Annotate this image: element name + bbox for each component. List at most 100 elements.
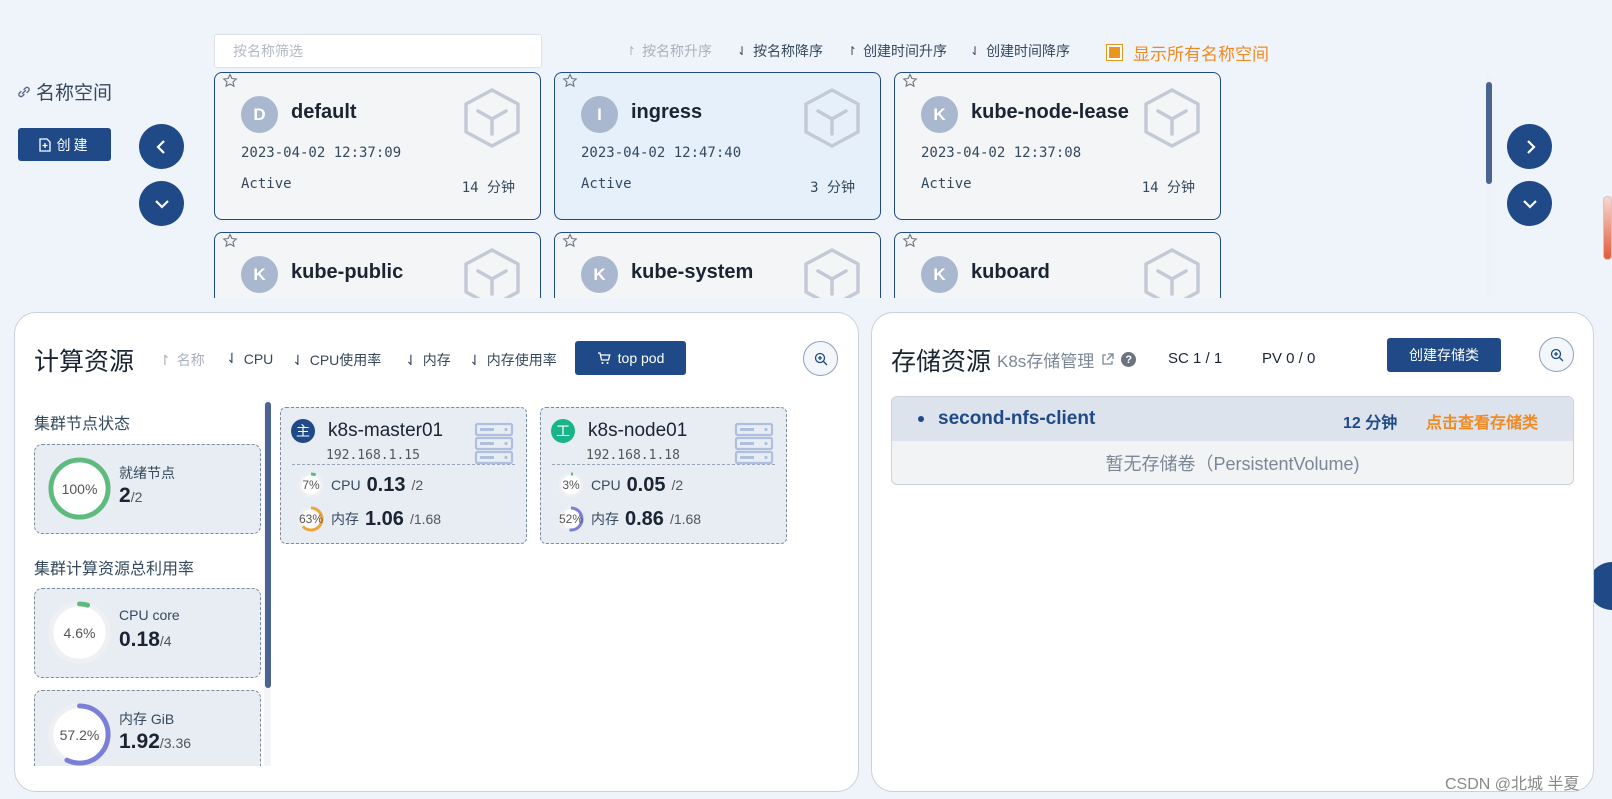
show-all-label: 显示所有名称空间 <box>1133 45 1269 64</box>
namespace-created-time: 2023-04-02 12:37:08 <box>921 145 1082 161</box>
node-ip: 192.168.1.15 <box>326 448 420 463</box>
storage-class-item: second-nfs-client 12 分钟 点击查看存储类 暂无存储卷（Pe… <box>891 396 1574 485</box>
create-namespace-label: 创建 <box>56 136 91 153</box>
node-card[interactable]: 主 k8s-master01 192.168.1.15 7% CPU 0.13/2 63% 内… <box>280 407 527 544</box>
help-icon[interactable]: ? <box>1121 352 1137 367</box>
star-icon[interactable] <box>562 73 578 89</box>
node-cpu-row: 7% CPU 0.13/2 <box>297 472 423 498</box>
expand-right-button[interactable] <box>1507 181 1552 226</box>
node-memory-ring: 52% <box>557 505 585 533</box>
star-icon[interactable] <box>562 233 578 249</box>
cart-icon <box>597 352 611 364</box>
node-memory-ring: 63% <box>297 505 325 533</box>
sort-time-desc[interactable]: ⇃ 创建时间降序 <box>970 41 1070 61</box>
namespace-cube-icon <box>804 248 860 298</box>
top-pod-button[interactable]: top pod <box>575 341 686 375</box>
node-name: k8s-node01 <box>588 420 688 441</box>
namespace-card-grid: Ddefault 2023-04-02 12:37:09 Active 14 分钟 Ii… <box>214 72 1494 298</box>
cluster-status-title: 集群节点状态 <box>34 416 131 433</box>
compute-sort-name[interactable]: ↾ 名称 <box>159 350 205 370</box>
namespace-avatar: I <box>581 96 618 133</box>
namespace-card[interactable]: Iingress 2023-04-02 12:47:40 Active 3 分钟 <box>554 72 881 220</box>
sort-down-icon: ⇃ <box>226 350 238 366</box>
namespace-status: Active <box>581 176 632 192</box>
namespace-name: kube-system <box>631 261 754 283</box>
memory-usage-value: 1.92/3.36 <box>119 730 192 753</box>
external-link-icon <box>1102 353 1114 365</box>
ready-nodes-percent: 100% <box>61 480 98 497</box>
storage-zoom-button[interactable] <box>1539 337 1574 372</box>
namespace-age: 14 分钟 <box>1141 180 1195 196</box>
namespace-cube-icon <box>464 248 520 298</box>
storage-class-age: 12 分钟 <box>1343 415 1398 432</box>
link-icon <box>18 86 30 97</box>
namespace-card[interactable]: Ddefault 2023-04-02 12:37:09 Active 14 分钟 <box>214 72 541 220</box>
server-icon <box>734 422 774 465</box>
compute-sort-memory[interactable]: ⇃ 内存 <box>405 350 451 370</box>
compute-sort-memory-usage[interactable]: ⇃ 内存使用率 <box>469 350 557 370</box>
sort-time-asc[interactable]: ↾ 创建时间升序 <box>847 41 947 61</box>
expand-left-button[interactable] <box>139 181 184 226</box>
node-cpu-ring: 7% <box>297 471 325 499</box>
star-icon[interactable] <box>222 73 238 89</box>
zoom-in-icon <box>814 352 827 365</box>
namespace-card[interactable]: Kkube-public <box>214 232 541 298</box>
namespace-card[interactable]: Kkube-system <box>554 232 881 298</box>
namespace-name: kube-node-lease <box>971 101 1129 123</box>
sort-name-asc[interactable]: ↾ 按名称升序 <box>626 41 712 61</box>
namespace-card[interactable]: Kkuboard <box>894 232 1221 298</box>
prev-page-button[interactable] <box>139 124 184 169</box>
memory-usage-percent: 57.2% <box>59 726 100 743</box>
file-add-icon <box>38 137 51 152</box>
storage-class-header: second-nfs-client 12 分钟 点击查看存储类 <box>892 397 1573 441</box>
storage-title: 存储资源 <box>891 348 992 376</box>
memory-usage-box: 57.2% 内存 GiB 1.92/3.36 <box>34 690 261 766</box>
compute-sort-cpu[interactable]: ⇃ CPU <box>226 350 273 367</box>
namespace-age: 3 分钟 <box>810 180 855 196</box>
node-cpu-ring: 3% <box>557 471 585 499</box>
create-namespace-button[interactable]: 创建 <box>18 128 111 161</box>
ready-nodes-label: 就绪节点 <box>119 465 175 481</box>
compute-sort-cpu-usage[interactable]: ⇃ CPU使用率 <box>292 350 381 370</box>
k8s-storage-link[interactable]: K8s存储管理 ? <box>997 347 1137 372</box>
star-icon[interactable] <box>902 233 918 249</box>
namespace-name: kube-public <box>291 261 404 283</box>
cpu-usage-percent: 4.6% <box>63 624 96 641</box>
next-page-button[interactable] <box>1507 124 1552 169</box>
sort-down-icon: ⇃ <box>737 44 748 58</box>
storage-class-name: second-nfs-client <box>938 408 1096 429</box>
namespace-cube-icon <box>1144 88 1200 148</box>
top-pod-label: top pod <box>617 350 665 366</box>
node-cpu-row: 3% CPU 0.05/2 <box>557 472 683 498</box>
namespace-created-time: 2023-04-02 12:37:09 <box>241 145 402 161</box>
node-memory-row: 63% 内存 1.06/1.68 <box>297 506 441 532</box>
namespace-name: default <box>291 101 357 123</box>
node-card[interactable]: 工 k8s-node01 192.168.1.18 3% CPU 0.05/2 52% 内存 0… <box>540 407 787 544</box>
compute-zoom-button[interactable] <box>803 341 838 376</box>
chevron-left-icon <box>155 139 165 154</box>
compute-scrollbar-thumb[interactable] <box>265 402 271 688</box>
view-storage-class-link[interactable]: 点击查看存储类 <box>1426 409 1538 433</box>
sort-down-icon: ⇃ <box>469 351 481 368</box>
namespace-created-time: 2023-04-02 12:47:40 <box>581 145 742 161</box>
sort-name-desc[interactable]: ⇃ 按名称降序 <box>737 41 823 61</box>
create-storage-class-button[interactable]: 创建存储类 <box>1387 338 1501 372</box>
namespace-title-text: 名称空间 <box>36 83 113 104</box>
namespace-cube-icon <box>804 88 860 148</box>
star-icon[interactable] <box>902 73 918 89</box>
node-role-badge: 主 <box>291 419 315 443</box>
zoom-in-icon <box>1550 348 1563 361</box>
show-all-checkbox[interactable] <box>1106 44 1123 61</box>
cpu-usage-value: 0.18/4 <box>119 628 172 651</box>
compute-title: 计算资源 <box>34 348 135 376</box>
namespace-filter-input[interactable] <box>214 34 542 68</box>
page-side-indicator <box>1603 196 1612 260</box>
star-icon[interactable] <box>222 233 238 249</box>
namespace-scrollbar-thumb[interactable] <box>1486 82 1492 184</box>
show-all-namespaces-toggle[interactable]: 显示所有名称空间 <box>1106 40 1269 65</box>
sort-down-icon: ⇃ <box>970 44 981 58</box>
cpu-usage-box: 4.6% CPU core 0.18/4 <box>34 588 261 678</box>
namespace-card[interactable]: Kkube-node-lease 2023-04-02 12:37:08 Activ… <box>894 72 1221 220</box>
node-memory-row: 52% 内存 0.86/1.68 <box>557 506 701 532</box>
chevron-down-icon <box>1522 199 1537 209</box>
